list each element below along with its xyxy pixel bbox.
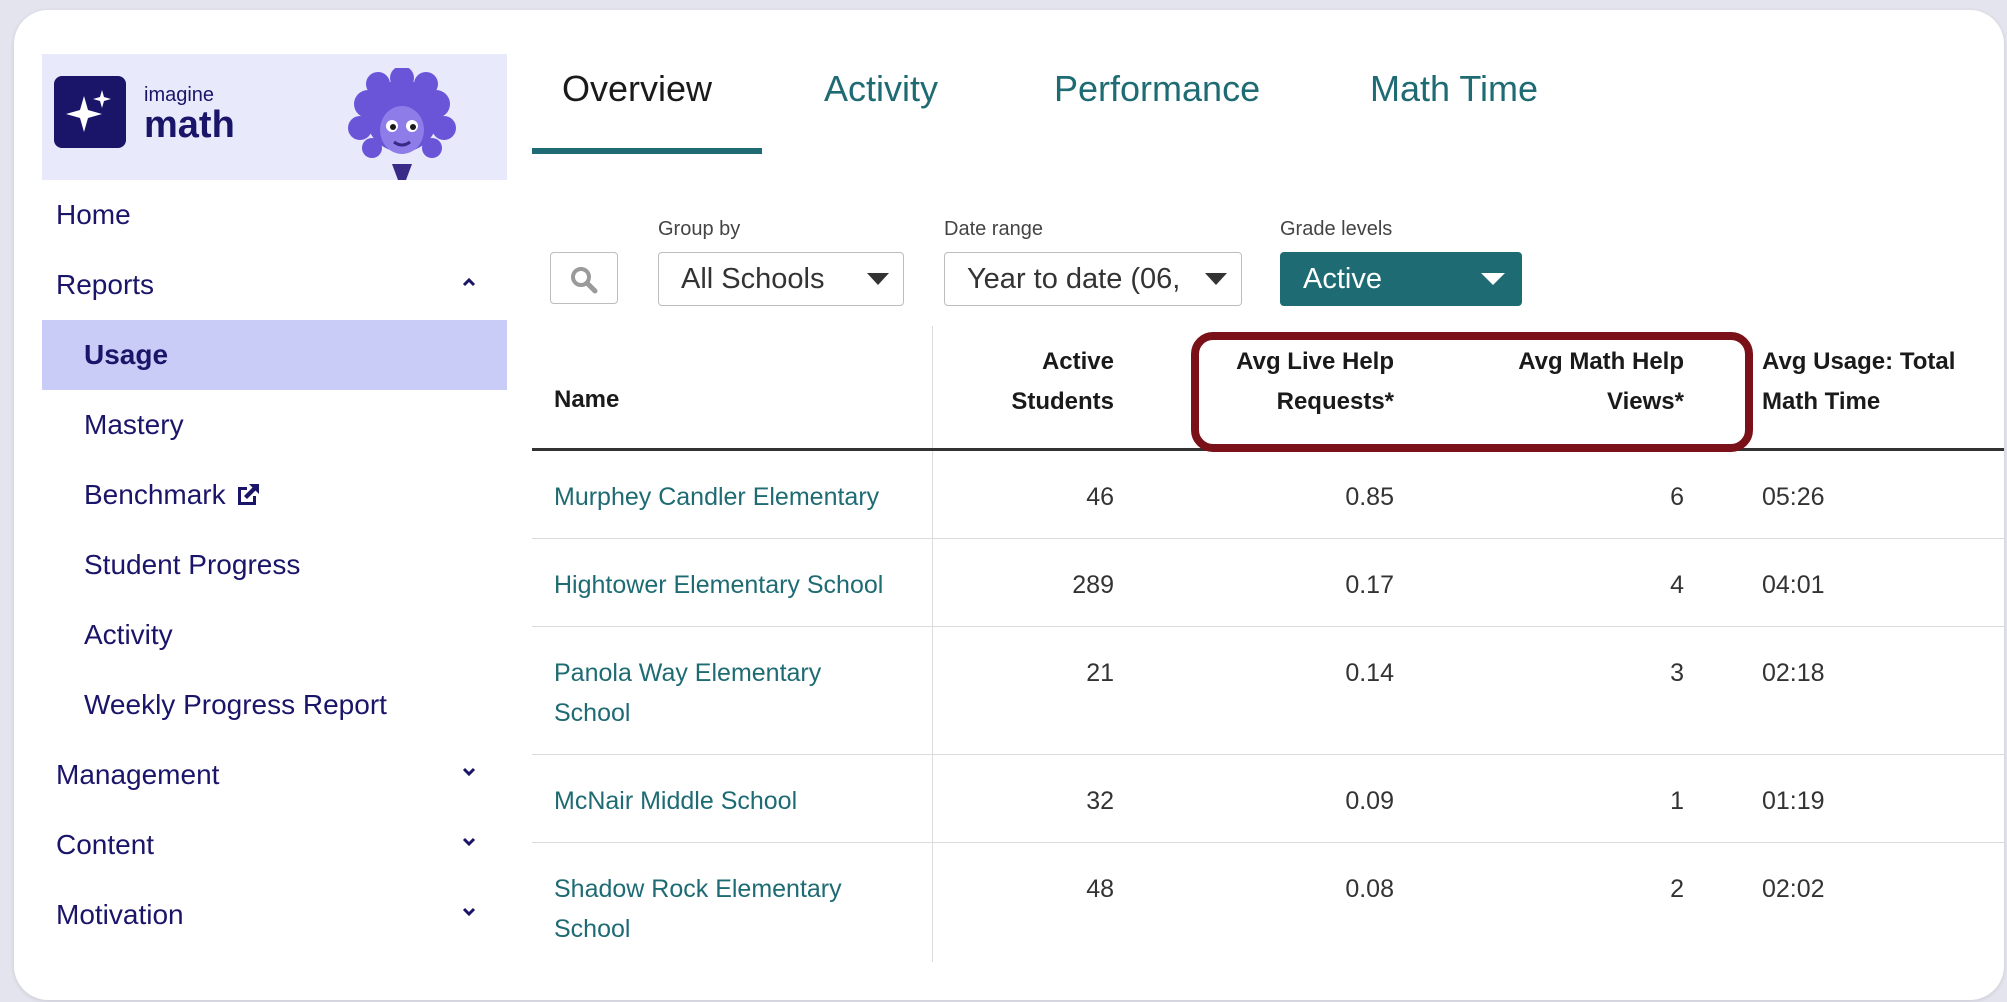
- sidebar-item-benchmark[interactable]: Benchmark: [42, 460, 507, 530]
- avg-live-help-value: 0.08: [1345, 875, 1394, 903]
- sidebar-item-label: Weekly Progress Report: [84, 689, 387, 720]
- imagine-math-logo[interactable]: [54, 76, 126, 148]
- date-range-label: Date range: [944, 218, 1043, 240]
- sidebar-item-mastery[interactable]: Mastery: [42, 390, 507, 460]
- search-icon: [571, 267, 598, 294]
- chevron-down-icon: [462, 907, 476, 917]
- table-row: Murphey Candler Elementary 46 0.85 6 05:…: [532, 451, 2004, 539]
- chevron-up-icon: [462, 277, 476, 287]
- avg-usage-value: 05:26: [1762, 483, 1825, 511]
- sidebar-item-label: Content: [56, 829, 155, 860]
- sidebar-item-usage[interactable]: Usage: [42, 320, 507, 390]
- avg-usage-value: 02:02: [1762, 875, 1825, 903]
- caret-down-icon: [867, 273, 889, 285]
- date-range-select[interactable]: Year to date (06,: [944, 252, 1242, 306]
- avg-live-help-value: 0.09: [1345, 787, 1394, 815]
- search-button[interactable]: [550, 252, 618, 304]
- school-name-line: Hightower Elementary School: [554, 571, 884, 599]
- school-name-line: School: [554, 699, 631, 727]
- avg-math-help-value: 4: [1670, 571, 1684, 599]
- school-name-link[interactable]: Shadow Rock Elementary School: [554, 869, 934, 949]
- help-columns-highlight: [1191, 332, 1753, 452]
- date-range-value: Year to date (06,: [967, 263, 1181, 295]
- sidebar-item-label: Management: [56, 759, 220, 790]
- avg-live-help-value: 0.17: [1345, 571, 1394, 599]
- sidebar-item-activity[interactable]: Activity: [42, 600, 507, 670]
- caret-down-icon: [1481, 273, 1505, 285]
- avg-usage-value: 01:19: [1762, 787, 1825, 815]
- tab-activity[interactable]: Activity: [824, 68, 938, 110]
- sidebar: imagine math Home Reports Usage Mastery …: [42, 54, 507, 974]
- sidebar-item-label: Mastery: [84, 409, 184, 440]
- avg-live-help-value: 0.14: [1345, 659, 1394, 687]
- school-name-link[interactable]: Panola Way Elementary School: [554, 653, 934, 733]
- tab-overview[interactable]: Overview: [562, 68, 712, 110]
- avg-usage-value: 04:01: [1762, 571, 1825, 599]
- sparkle-icon: [66, 90, 111, 132]
- avg-usage-value: 02:18: [1762, 659, 1825, 687]
- table-row: Shadow Rock Elementary School 48 0.08 2 …: [532, 843, 2004, 971]
- sidebar-item-weekly-progress-report[interactable]: Weekly Progress Report: [42, 670, 507, 740]
- sidebar-item-student-progress[interactable]: Student Progress: [42, 530, 507, 600]
- sidebar-item-label: Activity: [84, 619, 173, 650]
- sidebar-item-label: Student Progress: [84, 549, 301, 580]
- school-name-link[interactable]: Hightower Elementary School: [554, 565, 934, 605]
- sidebar-item-content[interactable]: Content: [42, 810, 507, 880]
- table-row: Hightower Elementary School 289 0.17 4 0…: [532, 539, 2004, 627]
- active-students-value: 289: [1072, 571, 1114, 599]
- sidebar-item-motivation[interactable]: Motivation: [42, 880, 507, 950]
- school-name-link[interactable]: Murphey Candler Elementary: [554, 477, 934, 517]
- active-students-value: 46: [1086, 483, 1114, 511]
- group-by-select[interactable]: All Schools: [658, 252, 904, 306]
- grade-levels-label: Grade levels: [1280, 218, 1393, 240]
- school-name-line: Murphey Candler Elementary: [554, 483, 880, 511]
- header-line: Avg Usage: Total: [1762, 348, 1956, 375]
- caret-down-icon: [1205, 273, 1227, 285]
- grade-levels-select[interactable]: Active: [1280, 252, 1522, 306]
- app-window: imagine math Home Reports Usage Mastery …: [14, 10, 2004, 1000]
- table-row: McNair Middle School 32 0.09 1 01:19: [532, 755, 2004, 843]
- avg-live-help-value: 0.85: [1345, 483, 1394, 511]
- mascot-avatar: [348, 68, 456, 180]
- avg-math-help-value: 2: [1670, 875, 1684, 903]
- sidebar-item-label: Motivation: [56, 899, 184, 930]
- school-name-line: Panola Way Elementary: [554, 659, 822, 687]
- avg-math-help-value: 6: [1670, 483, 1684, 511]
- active-students-value: 48: [1086, 875, 1114, 903]
- group-by-label: Group by: [658, 218, 741, 240]
- tab-performance[interactable]: Performance: [1054, 68, 1260, 110]
- sidebar-item-home[interactable]: Home: [42, 180, 507, 250]
- school-name-line: Shadow Rock Elementary: [554, 875, 842, 903]
- sidebar-item-label: Benchmark: [84, 479, 226, 510]
- grade-levels-value: Active: [1303, 263, 1382, 295]
- sidebar-item-label: Reports: [56, 269, 155, 300]
- active-students-value: 32: [1086, 787, 1114, 815]
- sidebar-item-label: Home: [56, 199, 131, 230]
- school-name-line: School: [554, 915, 631, 943]
- header-line: Math Time: [1762, 388, 1881, 415]
- sidebar-item-management[interactable]: Management: [42, 740, 507, 810]
- tab-math-time[interactable]: Math Time: [1370, 68, 1538, 110]
- external-link-icon: [237, 484, 259, 505]
- active-students-value: 21: [1086, 659, 1114, 687]
- chevron-down-icon: [462, 837, 476, 847]
- header-name[interactable]: Name: [554, 380, 619, 420]
- avg-math-help-value: 3: [1670, 659, 1684, 687]
- header-active-students[interactable]: Active Students: [974, 342, 1114, 422]
- header-line: Students: [1011, 388, 1114, 415]
- table-row: Panola Way Elementary School 21 0.14 3 0…: [532, 627, 2004, 755]
- brand-name-math: math: [144, 104, 235, 146]
- active-tab-indicator: [532, 148, 762, 154]
- group-by-value: All Schools: [681, 263, 825, 295]
- sidebar-item-reports[interactable]: Reports: [42, 250, 507, 320]
- header-line: Active: [1041, 348, 1114, 375]
- school-name-line: McNair Middle School: [554, 787, 798, 815]
- school-name-link[interactable]: McNair Middle School: [554, 781, 934, 821]
- chevron-down-icon: [462, 767, 476, 777]
- sidebar-item-label: Usage: [84, 339, 169, 370]
- brand-header: imagine math: [42, 54, 507, 180]
- avg-math-help-value: 1: [1670, 787, 1684, 815]
- header-avg-usage-total-math-time[interactable]: Avg Usage: Total Math Time: [1762, 342, 2002, 422]
